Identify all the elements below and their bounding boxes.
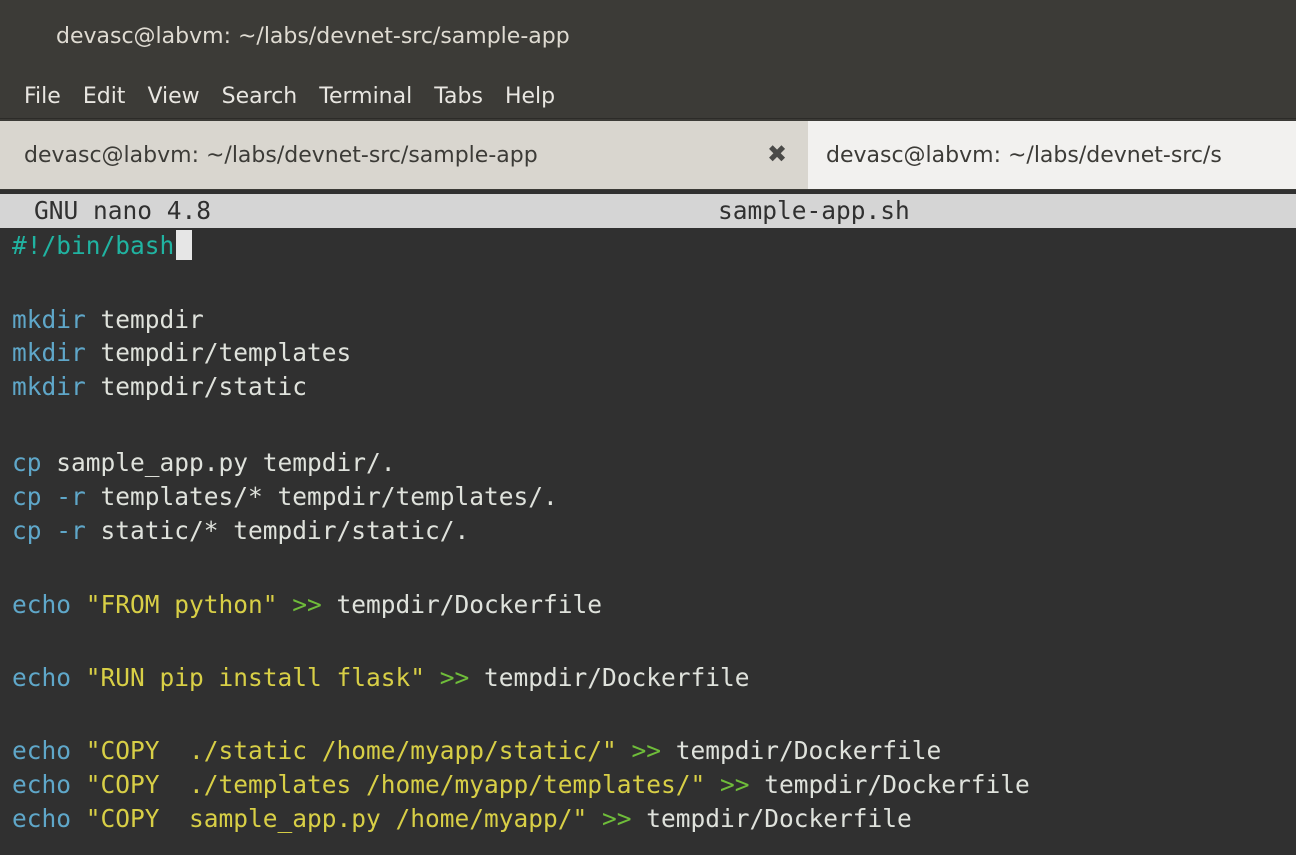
redirect-operator: >> (277, 590, 322, 619)
code-line-2: mkdir tempdir (12, 303, 204, 337)
command-keyword: mkdir (12, 372, 86, 401)
command-args: tempdir/static (85, 372, 308, 401)
tab-2-label: devasc@labvm: ~/labs/devnet-src/s (826, 142, 1222, 168)
command-keyword: echo (12, 736, 72, 765)
code-line-5: cp sample_app.py tempdir/. (12, 446, 396, 480)
code-line-11: echo "COPY ./templates /home/myapp/templ… (12, 768, 1030, 802)
menu-tabs[interactable]: Tabs (434, 84, 483, 109)
close-icon[interactable]: ✖ (764, 141, 790, 167)
command-keyword: cp (12, 516, 42, 545)
command-keyword: echo (12, 804, 72, 833)
command-flag: -r (41, 516, 86, 545)
command-flag: -r (41, 482, 86, 511)
code-line-6: cp -r templates/* tempdir/templates/. (12, 480, 558, 514)
tab-bar: devasc@labvm: ~/labs/devnet-src/sample-a… (0, 118, 1296, 190)
command-args: tempdir/templates (85, 338, 352, 367)
code-line-12: echo "COPY sample_app.py /home/myapp/" >… (12, 802, 912, 836)
menu-view[interactable]: View (147, 84, 199, 109)
menu-search[interactable]: Search (222, 84, 298, 109)
command-keyword: cp (12, 448, 42, 477)
command-keyword: echo (12, 590, 72, 619)
redirect-operator: >> (425, 663, 470, 692)
terminal-window: devasc@labvm: ~/labs/devnet-src/sample-a… (0, 0, 1296, 855)
code-line-8: echo "FROM python" >> tempdir/Dockerfile (12, 588, 602, 622)
command-args: tempdir/Dockerfile (661, 736, 942, 765)
command-keyword: echo (12, 663, 72, 692)
code-line-1: #!/bin/bash (12, 229, 193, 263)
nano-header: GNU nano 4.8 sample-app.sh (0, 194, 1296, 228)
menu-bar: File Edit View Search Terminal Tabs Help (0, 74, 1296, 118)
string-literal: "COPY sample_app.py /home/myapp/" (71, 804, 588, 833)
terminal-content[interactable]: GNU nano 4.8 sample-app.sh #!/bin/bash m… (0, 190, 1296, 855)
command-args: tempdir/Dockerfile (469, 663, 750, 692)
window-title: devasc@labvm: ~/labs/devnet-src/sample-a… (56, 24, 570, 49)
tab-1[interactable]: devasc@labvm: ~/labs/devnet-src/sample-a… (0, 121, 808, 189)
command-args: tempdir/Dockerfile (321, 590, 603, 619)
string-literal: "RUN pip install flask" (71, 663, 426, 692)
command-args: tempdir (85, 305, 204, 334)
code-line-4: mkdir tempdir/static (12, 370, 307, 404)
nano-version: GNU nano 4.8 (34, 196, 212, 225)
tab-1-label: devasc@labvm: ~/labs/devnet-src/sample-a… (24, 142, 538, 168)
string-literal: "COPY ./static /home/myapp/static/" (71, 736, 617, 765)
redirect-operator: >> (587, 804, 632, 833)
tab-2[interactable]: devasc@labvm: ~/labs/devnet-src/s (808, 121, 1296, 189)
command-keyword: mkdir (12, 338, 86, 367)
command-args: templates/* tempdir/templates/. (85, 482, 558, 511)
nano-filename: sample-app.sh (718, 196, 910, 225)
command-keyword: echo (12, 770, 72, 799)
window-titlebar: devasc@labvm: ~/labs/devnet-src/sample-a… (0, 0, 1296, 74)
redirect-operator: >> (705, 770, 750, 799)
code-line-10: echo "COPY ./static /home/myapp/static/"… (12, 734, 941, 768)
string-literal: "FROM python" (71, 590, 278, 619)
string-literal: "COPY ./templates /home/myapp/templates/… (71, 770, 706, 799)
menu-file[interactable]: File (24, 84, 61, 109)
command-args: static/* tempdir/static/. (85, 516, 470, 545)
command-args: tempdir/Dockerfile (631, 804, 912, 833)
code-line-3: mkdir tempdir/templates (12, 336, 351, 370)
code-line-9: echo "RUN pip install flask" >> tempdir/… (12, 661, 750, 695)
command-keyword: mkdir (12, 305, 86, 334)
menu-terminal[interactable]: Terminal (319, 84, 412, 109)
command-args: sample_app.py tempdir/. (41, 448, 396, 477)
menu-edit[interactable]: Edit (83, 84, 126, 109)
menu-help[interactable]: Help (505, 84, 555, 109)
command-keyword: cp (12, 482, 42, 511)
code-line-7: cp -r static/* tempdir/static/. (12, 514, 469, 548)
command-args: tempdir/Dockerfile (749, 770, 1030, 799)
text-cursor (176, 230, 193, 260)
shebang: #!/bin/bash (12, 231, 175, 260)
redirect-operator: >> (616, 736, 662, 765)
